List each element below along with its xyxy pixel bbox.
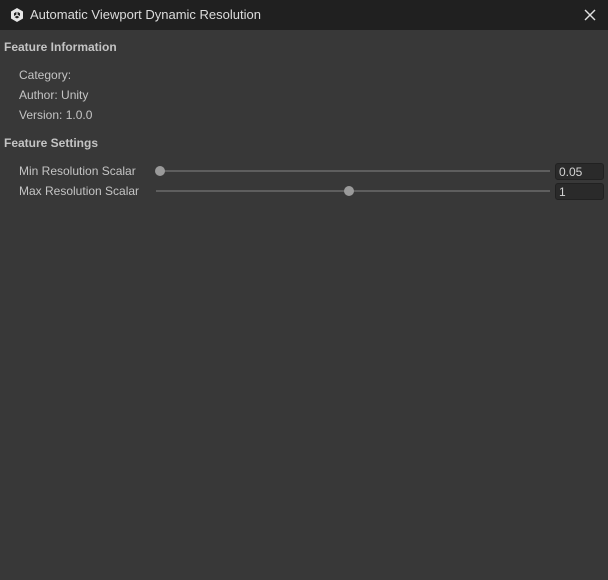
slider-track: [156, 170, 550, 172]
feature-settings-header: Feature Settings: [4, 136, 99, 150]
max-resolution-scalar-field[interactable]: 1: [555, 183, 604, 200]
min-resolution-scalar-field[interactable]: 0.05: [555, 163, 604, 180]
slider-thumb[interactable]: [344, 186, 355, 196]
window: Automatic Viewport Dynamic Resolution Fe…: [0, 0, 608, 580]
version-text: Version: 1.0.0: [19, 108, 93, 122]
feature-information-header: Feature Information: [4, 40, 117, 54]
close-icon: [584, 9, 596, 21]
min-resolution-scalar-label: Min Resolution Scalar: [19, 164, 136, 178]
unity-logo-icon: [9, 7, 25, 23]
max-resolution-scalar-slider[interactable]: [156, 185, 550, 197]
title-bar: Automatic Viewport Dynamic Resolution: [0, 0, 608, 30]
close-button[interactable]: [580, 5, 600, 25]
author-text: Author: Unity: [19, 88, 89, 102]
min-resolution-scalar-slider[interactable]: [154, 165, 550, 177]
slider-thumb[interactable]: [154, 166, 165, 176]
window-title: Automatic Viewport Dynamic Resolution: [30, 7, 261, 22]
max-resolution-scalar-label: Max Resolution Scalar: [19, 184, 140, 198]
category-text: Category:: [19, 68, 72, 82]
